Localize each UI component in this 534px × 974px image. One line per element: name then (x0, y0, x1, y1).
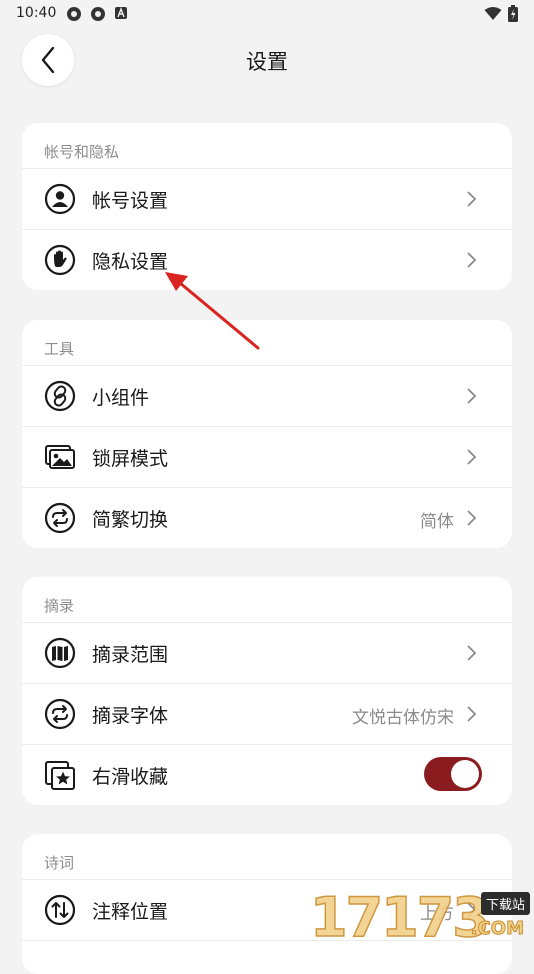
swap-circle-icon (44, 698, 76, 730)
row-label: 隐私设置 (92, 251, 169, 273)
chevron-right-icon (467, 449, 477, 465)
sync-icon (67, 7, 81, 21)
chevron-right-icon (467, 191, 477, 207)
swipe-favorite-toggle[interactable] (424, 757, 482, 791)
chevron-right-icon (467, 706, 477, 722)
user-circle-icon (44, 183, 76, 215)
section-account-privacy: 帐号和隐私 帐号设置 隐私设置 (22, 123, 512, 290)
chevron-right-icon (467, 510, 477, 526)
section-title: 帐号和隐私 (22, 123, 512, 169)
wifi-icon (484, 6, 502, 20)
row-label: 右滑收藏 (92, 766, 169, 788)
row-label: 锁屏模式 (92, 448, 169, 470)
watermark-domain: .COM (470, 918, 524, 940)
account-settings-row[interactable]: 帐号设置 (22, 169, 512, 230)
sync-icon (91, 7, 105, 21)
star-stack-icon (45, 761, 75, 790)
image-gallery-icon (45, 445, 75, 469)
chevron-right-icon (467, 645, 477, 661)
section-title: 诗词 (22, 834, 512, 880)
excerpt-range-row[interactable]: 摘录范围 (22, 623, 512, 684)
status-bar: 10:40 (0, 0, 534, 28)
section-title: 工具 (22, 320, 512, 366)
section-excerpt: 摘录 摘录范围 摘录字体 文悦古体仿宋 右滑收藏 (22, 577, 512, 805)
sort-circle-icon (44, 894, 76, 926)
row-label: 摘录字体 (92, 705, 169, 727)
swap-circle-icon (44, 502, 76, 534)
excerpt-font-row[interactable]: 摘录字体 文悦古体仿宋 (22, 684, 512, 745)
row-label: 帐号设置 (92, 190, 169, 212)
swipe-right-favorite-row: 右滑收藏 (22, 745, 512, 805)
privacy-settings-row[interactable]: 隐私设置 (22, 230, 512, 290)
simplified-traditional-switch-row[interactable]: 简繁切换 简体 (22, 488, 512, 548)
lock-screen-mode-row[interactable]: 锁屏模式 (22, 427, 512, 488)
row-value: 简体 (420, 512, 454, 532)
book-circle-icon (44, 637, 76, 669)
row-value: 文悦古体仿宋 (352, 708, 454, 728)
row-label: 小组件 (92, 387, 150, 409)
notification-a-icon (115, 7, 127, 19)
toggle-knob (451, 760, 479, 788)
battery-icon (508, 5, 518, 22)
section-tools: 工具 小组件 锁屏模式 简繁切换 简体 (22, 320, 512, 548)
watermark-digits: 17173 (309, 885, 490, 950)
row-label: 摘录范围 (92, 644, 169, 666)
status-time: 10:40 (16, 5, 57, 21)
chevron-right-icon (467, 252, 477, 268)
chevron-right-icon (467, 388, 477, 404)
widget-row[interactable]: 小组件 (22, 366, 512, 427)
row-label: 简繁切换 (92, 509, 169, 531)
link-circle-icon (44, 380, 76, 412)
row-label: 注释位置 (92, 901, 169, 923)
page-title: 设置 (246, 50, 288, 74)
watermark: 17173 下载站 .COM (306, 880, 534, 950)
section-title: 摘录 (22, 577, 512, 623)
hand-stop-icon (44, 244, 76, 276)
watermark-badge: 下载站 (480, 892, 530, 915)
